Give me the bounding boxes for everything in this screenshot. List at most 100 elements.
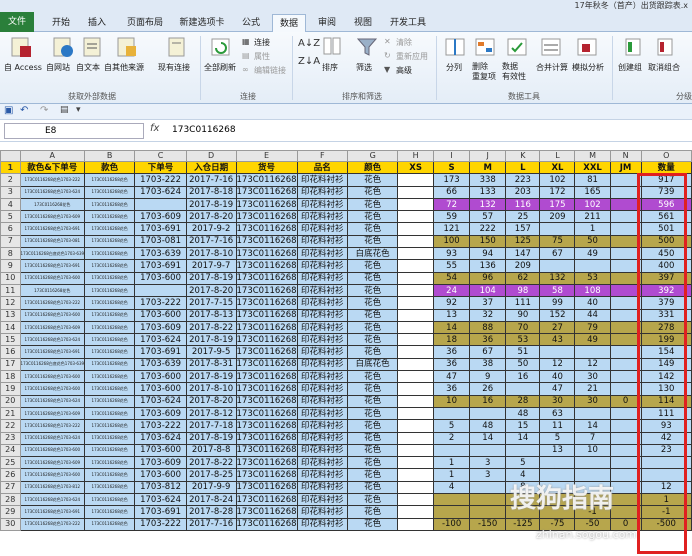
table-cell[interactable]: 49 — [574, 333, 611, 347]
table-cell[interactable] — [609, 357, 642, 372]
table-cell[interactable]: 2017-8-20 — [185, 394, 237, 408]
table-cell[interactable]: 132 — [469, 197, 507, 212]
table-cell[interactable]: 2017-7-15 — [185, 296, 237, 310]
from-web-button[interactable]: 自网站 — [46, 62, 70, 73]
table-cell[interactable]: 花色 — [347, 443, 399, 458]
table-cell[interactable] — [397, 296, 435, 310]
table-cell[interactable] — [609, 320, 642, 335]
table-cell[interactable]: -1 — [640, 505, 692, 519]
table-cell[interactable]: 2017-8-31 — [185, 357, 237, 372]
table-cell[interactable]: 2017-9-7 — [185, 259, 237, 273]
table-cell[interactable]: 173C0116268花色1703-624 — [19, 394, 86, 408]
table-cell[interactable]: 173C0116268 — [235, 443, 298, 458]
table-cell[interactable]: 102 — [539, 173, 576, 187]
header-cell[interactable]: 数量 — [640, 160, 692, 175]
table-cell[interactable]: 7 — [574, 431, 611, 445]
tab-file[interactable]: 文件 — [0, 12, 34, 32]
table-cell[interactable] — [609, 493, 642, 507]
table-cell[interactable]: 印花料衬衫 — [296, 370, 349, 384]
table-cell[interactable] — [433, 443, 471, 458]
table-cell[interactable]: 173C0116268花色1703-691 — [19, 222, 86, 236]
table-cell[interactable]: 50 — [505, 357, 541, 372]
table-cell[interactable]: 130 — [640, 382, 692, 396]
table-cell[interactable]: 173C0116268 — [235, 210, 298, 224]
table-cell[interactable]: 花色 — [347, 283, 399, 298]
table-cell[interactable]: 173C0116268花色1703-691 — [19, 505, 86, 519]
table-cell[interactable]: 花色 — [347, 517, 399, 531]
connections-button[interactable]: 连接 — [254, 37, 270, 48]
row-header[interactable]: 27 — [0, 480, 21, 495]
table-cell[interactable]: 1703-081 — [134, 234, 187, 249]
table-cell[interactable]: 白底花色 — [347, 247, 399, 261]
table-cell[interactable]: 62 — [505, 271, 541, 285]
table-cell[interactable]: 173C0116268花色1703-600 — [19, 468, 86, 482]
table-cell[interactable]: 175 — [539, 197, 576, 212]
table-cell[interactable]: 51 — [505, 345, 541, 359]
table-cell[interactable]: 500 — [640, 234, 692, 249]
header-cell[interactable]: 品名 — [296, 160, 349, 175]
row-header[interactable]: 18 — [0, 370, 21, 384]
table-cell[interactable]: 173C0116268花色 — [84, 394, 136, 408]
table-cell[interactable]: 173C0116268 — [235, 259, 298, 273]
table-cell[interactable] — [397, 443, 435, 458]
table-cell[interactable]: 24 — [433, 283, 471, 298]
remove-duplicates-button[interactable]: 删除 重复项 — [472, 62, 496, 82]
table-cell[interactable] — [609, 480, 642, 495]
column-header[interactable]: E — [235, 150, 298, 162]
table-cell[interactable]: 印花料衬衫 — [296, 443, 349, 458]
table-cell[interactable]: 203 — [505, 185, 541, 199]
table-cell[interactable]: 211 — [574, 210, 611, 224]
table-cell[interactable]: 42 — [640, 431, 692, 445]
column-header[interactable]: N — [609, 150, 642, 162]
table-cell[interactable]: 2017-8-22 — [185, 320, 237, 335]
table-cell[interactable]: 1703-624 — [134, 394, 187, 408]
table-cell[interactable] — [609, 210, 642, 224]
save-icon[interactable]: ▣ — [4, 105, 13, 116]
table-cell[interactable]: 印花料衬衫 — [296, 271, 349, 285]
table-cell[interactable]: 173C0116268花色 — [84, 517, 136, 531]
table-cell[interactable]: 173C0116268 — [235, 222, 298, 236]
table-cell[interactable]: 2017-7-16 — [185, 173, 237, 187]
table-cell[interactable]: 75 — [539, 234, 576, 249]
table-cell[interactable] — [397, 173, 435, 187]
table-cell[interactable]: 165 — [574, 185, 611, 199]
column-header[interactable]: O — [640, 150, 692, 162]
table-cell[interactable]: 印花料衬衫 — [296, 382, 349, 396]
tab-formulas[interactable]: 公式 — [234, 14, 268, 32]
table-cell[interactable] — [640, 456, 692, 470]
table-cell[interactable]: 印花料衬衫 — [296, 222, 349, 236]
row-header[interactable]: 2 — [0, 173, 21, 187]
table-cell[interactable]: 173C0116268花色 — [84, 505, 136, 519]
table-cell[interactable]: 2017-7-16 — [185, 517, 237, 531]
table-cell[interactable]: 印花料衬衫 — [296, 493, 349, 507]
table-cell[interactable]: 79 — [574, 320, 611, 335]
row-header[interactable]: 10 — [0, 271, 21, 285]
table-cell[interactable]: 印花料衬衫 — [296, 357, 349, 372]
table-cell[interactable] — [609, 406, 642, 421]
table-cell[interactable]: 66 — [433, 185, 471, 199]
tab-page-layout[interactable]: 页面布局 — [120, 14, 170, 32]
table-cell[interactable] — [397, 185, 435, 199]
column-header[interactable]: A — [19, 150, 86, 162]
table-cell[interactable]: 14 — [505, 431, 541, 445]
table-cell[interactable]: 21 — [574, 382, 611, 396]
table-cell[interactable]: 花色 — [347, 394, 399, 408]
row-header[interactable]: 4 — [0, 197, 21, 212]
table-cell[interactable]: 32 — [469, 308, 507, 322]
table-cell[interactable]: 1703-600 — [134, 443, 187, 458]
table-cell[interactable]: 1703-609 — [134, 456, 187, 470]
row-header[interactable]: 12 — [0, 296, 21, 310]
table-cell[interactable]: 1 — [433, 456, 471, 470]
table-cell[interactable]: 173C0116268 — [235, 320, 298, 335]
table-cell[interactable] — [574, 259, 611, 273]
header-cell[interactable]: 款色 — [84, 160, 136, 175]
table-cell[interactable]: 16 — [469, 394, 507, 408]
table-cell[interactable]: 209 — [539, 210, 576, 224]
table-cell[interactable]: 173C0116268花色1703-609 — [19, 210, 86, 224]
table-cell[interactable]: 1703-691 — [134, 222, 187, 236]
table-cell[interactable]: 173C0116268花色1703-624 — [19, 431, 86, 445]
table-cell[interactable] — [609, 419, 642, 433]
table-cell[interactable]: 1703-624 — [134, 333, 187, 347]
table-cell[interactable]: 173C0116268 — [235, 493, 298, 507]
properties-button[interactable]: 属性 — [254, 51, 270, 62]
